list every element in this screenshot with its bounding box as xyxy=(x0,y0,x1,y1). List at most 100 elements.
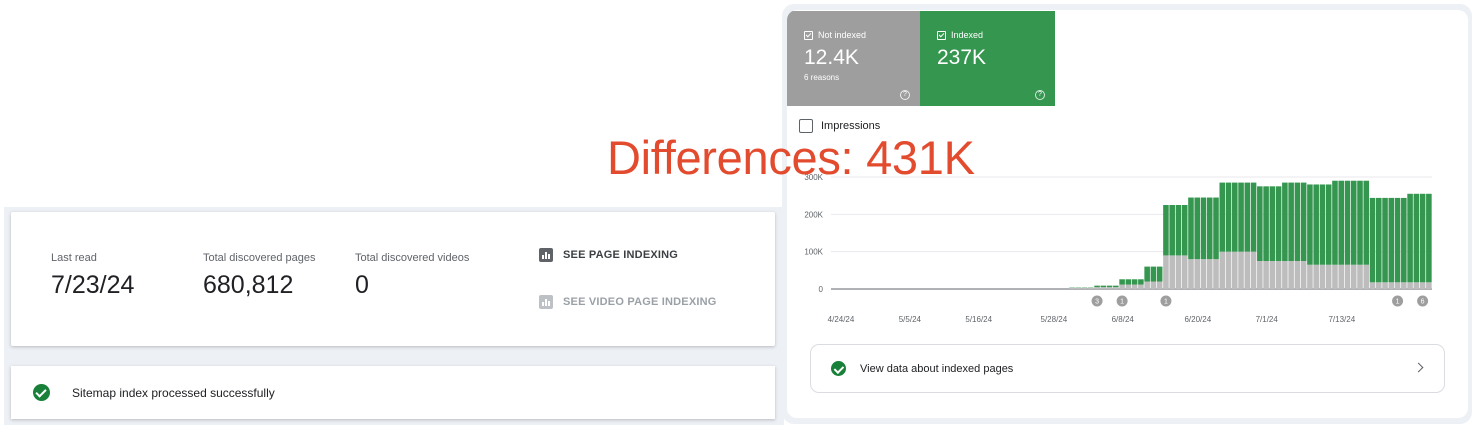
bar-not-indexed xyxy=(1413,282,1420,289)
annotation-label: 1 xyxy=(1164,299,1168,306)
bar-not-indexed xyxy=(1213,259,1219,289)
bar-not-indexed xyxy=(1163,255,1169,289)
check-circle-icon xyxy=(831,361,846,376)
bar-not-indexed xyxy=(1376,282,1382,289)
view-link-label: View data about indexed pages xyxy=(860,362,1014,375)
view-indexed-pages-link[interactable]: View data about indexed pages xyxy=(810,344,1445,393)
bar-indexed xyxy=(1119,279,1125,285)
annotation-label: 1 xyxy=(1120,299,1124,306)
bar-not-indexed xyxy=(1263,261,1269,289)
see-video-page-indexing-link[interactable]: SEE VIDEO PAGE INDEXING xyxy=(539,295,717,309)
help-icon[interactable]: ? xyxy=(1035,90,1045,100)
chevron-right-icon xyxy=(1413,362,1424,373)
bar-not-indexed xyxy=(1300,261,1307,289)
indexed-tile[interactable]: Indexed 237K ? xyxy=(920,11,1055,106)
bar-indexed xyxy=(1394,197,1401,283)
bar-not-indexed xyxy=(1232,251,1238,289)
bar-indexed xyxy=(1382,197,1388,283)
bar-indexed xyxy=(1407,193,1413,283)
bar-not-indexed xyxy=(1094,287,1100,289)
bar-not-indexed xyxy=(1206,259,1213,289)
bar-indexed xyxy=(1419,193,1426,283)
bar-indexed xyxy=(1344,180,1351,265)
x-tick-label: 7/1/24 xyxy=(1256,315,1279,324)
bar-not-indexed xyxy=(1338,264,1345,289)
help-icon[interactable]: ? xyxy=(900,90,910,100)
checkbox-checked-icon xyxy=(804,30,813,40)
tile-subtext: 6 reasons xyxy=(804,73,840,82)
bar-indexed xyxy=(1275,186,1282,261)
indexing-card: Not indexed 12.4K 6 reasons ? Indexed 23… xyxy=(787,10,1468,418)
annotation-label: 1 xyxy=(1396,299,1400,306)
stat-value: 0 xyxy=(355,271,369,299)
checkbox-checked-icon xyxy=(937,30,946,40)
x-tick-label: 5/16/24 xyxy=(965,315,992,324)
x-tick-label: 5/5/24 xyxy=(899,315,922,324)
bar-not-indexed xyxy=(1131,284,1138,289)
bar-not-indexed xyxy=(1106,287,1113,289)
bar-not-indexed xyxy=(1150,281,1157,289)
bar-indexed xyxy=(1319,184,1326,265)
bar-not-indexed xyxy=(1332,264,1338,289)
x-tick-label: 5/28/24 xyxy=(1041,315,1068,324)
bar-not-indexed xyxy=(1319,264,1326,289)
annotation-label: 6 xyxy=(1421,299,1425,306)
bar-indexed xyxy=(1181,205,1188,256)
x-tick-label: 6/20/24 xyxy=(1184,315,1211,324)
tile-value: 12.4K xyxy=(804,46,859,69)
bar-indexed xyxy=(1219,182,1226,252)
bar-indexed xyxy=(1244,182,1251,252)
bar-indexed xyxy=(1263,186,1269,261)
x-tick-label: 6/8/24 xyxy=(1112,315,1135,324)
bar-not-indexed xyxy=(1344,264,1351,289)
bar-indexed xyxy=(1313,184,1319,265)
bar-not-indexed xyxy=(1238,251,1244,289)
not-indexed-tile[interactable]: Not indexed 12.4K 6 reasons ? xyxy=(787,11,920,106)
bar-indexed xyxy=(1175,205,1182,256)
link-label: SEE VIDEO PAGE INDEXING xyxy=(563,296,717,308)
bar-chart-icon xyxy=(539,248,553,262)
bar-not-indexed xyxy=(1113,287,1119,289)
status-text: Sitemap index processed successfully xyxy=(72,385,275,400)
stat-label: Total discovered videos xyxy=(355,252,470,264)
bar-not-indexed xyxy=(1069,287,1075,289)
bar-not-indexed xyxy=(1175,255,1182,289)
bar-indexed xyxy=(1169,205,1175,256)
bar-indexed xyxy=(1338,180,1345,265)
bar-indexed xyxy=(1225,182,1232,252)
bar-not-indexed xyxy=(1257,261,1263,289)
bar-indexed xyxy=(1288,182,1294,261)
bar-not-indexed xyxy=(1325,264,1332,289)
x-tick-label: 4/24/24 xyxy=(828,315,855,324)
bar-indexed xyxy=(1294,182,1301,261)
bar-indexed xyxy=(1113,285,1119,288)
bar-indexed xyxy=(1094,285,1100,288)
bar-not-indexed xyxy=(1075,287,1082,289)
bar-not-indexed xyxy=(1419,282,1426,289)
bar-indexed xyxy=(1232,182,1238,252)
see-page-indexing-link[interactable]: SEE PAGE INDEXING xyxy=(539,248,678,262)
bar-not-indexed xyxy=(1401,282,1407,289)
bar-not-indexed xyxy=(1169,255,1175,289)
stat-total-pages: Total discovered pages 680,812 xyxy=(203,252,316,300)
bar-indexed xyxy=(1357,180,1363,265)
bar-not-indexed xyxy=(1088,287,1094,289)
bar-indexed xyxy=(1131,279,1138,285)
link-label: SEE PAGE INDEXING xyxy=(563,249,679,261)
x-tick-label: 7/13/24 xyxy=(1328,315,1355,324)
bar-indexed xyxy=(1144,266,1150,282)
bar-indexed xyxy=(1188,197,1194,260)
bar-not-indexed xyxy=(1282,261,1288,289)
bar-not-indexed xyxy=(1307,264,1313,289)
bar-not-indexed xyxy=(1388,282,1395,289)
bar-not-indexed xyxy=(1219,251,1226,289)
bar-indexed xyxy=(1413,193,1420,283)
tile-header: Indexed xyxy=(937,30,1055,40)
bar-not-indexed xyxy=(1181,255,1188,289)
bar-indexed xyxy=(1325,184,1332,265)
bar-indexed xyxy=(1163,205,1169,256)
bar-indexed xyxy=(1350,180,1357,265)
bar-not-indexed xyxy=(1138,284,1144,289)
bar-indexed xyxy=(1194,197,1201,260)
sitemap-status-card: Sitemap index processed successfully xyxy=(11,366,775,419)
